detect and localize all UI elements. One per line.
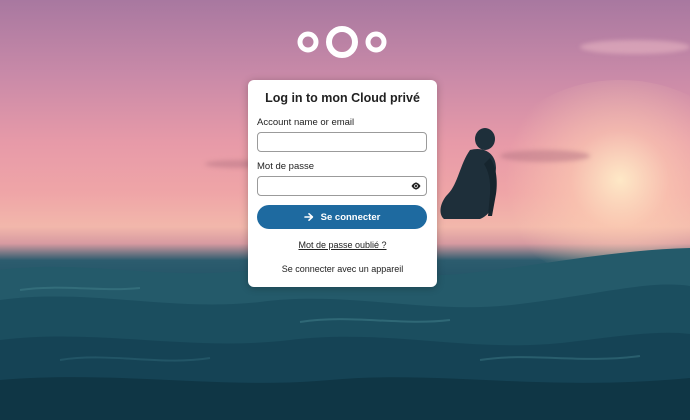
login-submit-button[interactable]: Se connecter: [257, 205, 427, 229]
cloud: [580, 40, 690, 54]
password-input[interactable]: [258, 178, 426, 196]
device-login-link[interactable]: Se connecter avec un appareil: [257, 264, 428, 274]
surfer-silhouette: [440, 128, 497, 219]
password-label: Mot de passe: [257, 161, 315, 172]
arrow-right-icon: [303, 213, 313, 221]
login-submit-label: Se connecter: [320, 211, 381, 223]
login-title: Log in to mon Cloud privé: [265, 91, 420, 105]
login-card: Log in to mon Cloud privé Account name o…: [248, 80, 437, 287]
password-field-wrapper: [257, 176, 427, 196]
cloud: [500, 150, 590, 162]
account-input[interactable]: [258, 134, 426, 152]
forgot-password-link[interactable]: Mot de passe oublié ?: [257, 240, 428, 250]
nextcloud-logo: [297, 26, 387, 58]
account-label: Account name or email: [257, 117, 355, 128]
eye-icon[interactable]: [411, 182, 421, 190]
account-field-wrapper: [257, 132, 427, 152]
login-page: Log in to mon Cloud privé Account name o…: [0, 0, 690, 420]
